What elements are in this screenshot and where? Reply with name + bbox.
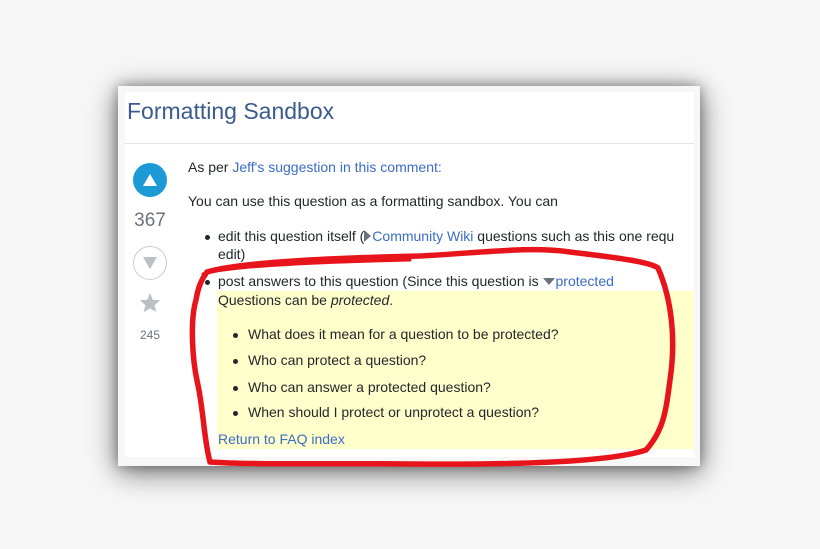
list-bullet bbox=[205, 235, 210, 240]
faq-bullet bbox=[233, 359, 238, 364]
bullet1-continuation: edit) bbox=[218, 246, 246, 262]
arrow-up-icon bbox=[143, 174, 157, 186]
faq-item[interactable]: When should I protect or unprotect a que… bbox=[248, 404, 539, 420]
question-title[interactable]: Formatting Sandbox bbox=[127, 98, 334, 125]
popup-intro-emphasis: protected bbox=[330, 292, 390, 308]
favorite-button[interactable] bbox=[125, 292, 175, 318]
favorite-count: 245 bbox=[139, 328, 161, 342]
protected-faq-popup: Questions can be protected. What does it… bbox=[217, 291, 694, 449]
faq-bullet bbox=[233, 411, 238, 416]
faq-bullet bbox=[233, 333, 238, 338]
popup-intro-text: Questions can be bbox=[218, 292, 331, 308]
faq-item[interactable]: Who can protect a question? bbox=[248, 352, 426, 368]
bullet1-prefix: edit this question itself ( bbox=[218, 228, 365, 244]
title-divider bbox=[125, 143, 694, 144]
faq-item[interactable]: Who can answer a protected question? bbox=[248, 379, 491, 395]
return-to-faq-link[interactable]: Return to FAQ index bbox=[218, 431, 345, 447]
arrow-down-icon bbox=[143, 257, 157, 269]
bullet1-suffix: questions such as this one requ bbox=[473, 228, 675, 244]
intro-prefix: As per bbox=[188, 159, 233, 175]
downvote-button[interactable] bbox=[133, 246, 167, 280]
protected-link[interactable]: protected bbox=[556, 273, 614, 289]
faq-bullet bbox=[233, 386, 238, 391]
popup-intro: Questions can be protected. bbox=[218, 292, 393, 308]
collapse-down-icon[interactable] bbox=[542, 278, 555, 285]
expand-right-icon[interactable] bbox=[364, 230, 372, 242]
faq-item[interactable]: What does it mean for a question to be p… bbox=[248, 326, 559, 342]
sandbox-paragraph: You can use this question as a formattin… bbox=[188, 193, 558, 209]
star-icon bbox=[139, 292, 161, 313]
comment-link[interactable]: Jeff's suggestion in this comment: bbox=[232, 159, 441, 175]
vote-score: 367 bbox=[134, 210, 166, 231]
intro-line: As per Jeff's suggestion in this comment… bbox=[188, 159, 442, 175]
bullet-edit-question: edit this question itself ( Community Wik… bbox=[218, 228, 674, 244]
bullet2-prefix: post answers to this question (Since thi… bbox=[218, 273, 543, 289]
popup-intro-end: . bbox=[389, 292, 394, 308]
question-panel: Formatting Sandbox 367 245 As per Jeff's… bbox=[125, 92, 694, 457]
upvote-button[interactable] bbox=[133, 163, 167, 197]
bullet-post-answers: post answers to this question (Since thi… bbox=[218, 273, 614, 289]
community-wiki-link[interactable]: Community Wiki bbox=[372, 228, 473, 244]
list-bullet bbox=[205, 280, 210, 285]
